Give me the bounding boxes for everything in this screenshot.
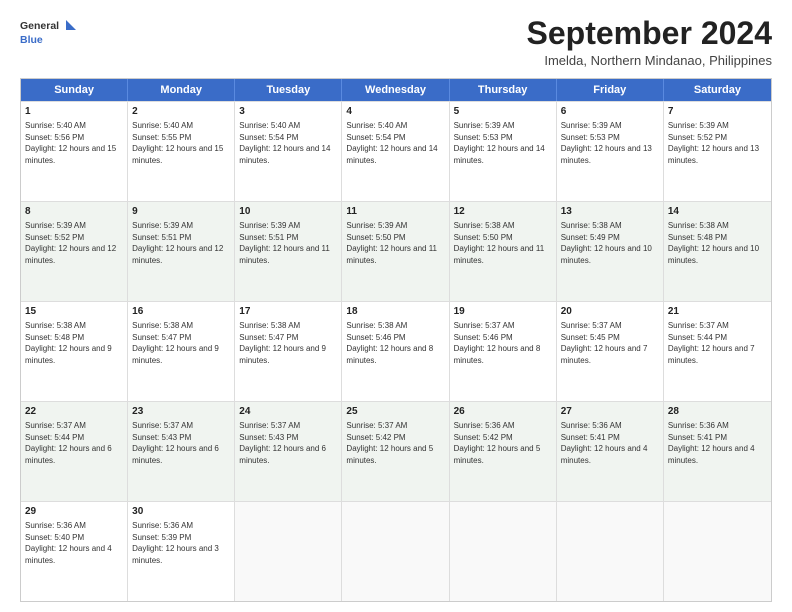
day-5: 5 Sunrise: 5:39 AM Sunset: 5:53 PM Dayli… [450,102,557,201]
calendar-header: Sunday Monday Tuesday Wednesday Thursday… [21,79,771,101]
header-wednesday: Wednesday [342,79,449,101]
page: General Blue September 2024 Imelda, Nort… [0,0,792,612]
day-24: 24 Sunrise: 5:37 AM Sunset: 5:43 PM Dayl… [235,402,342,501]
day-21: 21 Sunrise: 5:37 AM Sunset: 5:44 PM Dayl… [664,302,771,401]
header-sunday: Sunday [21,79,128,101]
day-7: 7 Sunrise: 5:39 AM Sunset: 5:52 PM Dayli… [664,102,771,201]
day-9: 9 Sunrise: 5:39 AM Sunset: 5:51 PM Dayli… [128,202,235,301]
week-row-2: 8 Sunrise: 5:39 AM Sunset: 5:52 PM Dayli… [21,201,771,301]
day-2: 2 Sunrise: 5:40 AM Sunset: 5:55 PM Dayli… [128,102,235,201]
location: Imelda, Northern Mindanao, Philippines [527,53,772,68]
day-18: 18 Sunrise: 5:38 AM Sunset: 5:46 PM Dayl… [342,302,449,401]
day-14: 14 Sunrise: 5:38 AM Sunset: 5:48 PM Dayl… [664,202,771,301]
day-22: 22 Sunrise: 5:37 AM Sunset: 5:44 PM Dayl… [21,402,128,501]
day-20: 20 Sunrise: 5:37 AM Sunset: 5:45 PM Dayl… [557,302,664,401]
svg-text:General: General [20,20,59,32]
day-6: 6 Sunrise: 5:39 AM Sunset: 5:53 PM Dayli… [557,102,664,201]
day-1-sunset: Sunset: 5:56 PM [25,133,84,142]
day-16: 16 Sunrise: 5:38 AM Sunset: 5:47 PM Dayl… [128,302,235,401]
day-1: 1 Sunrise: 5:40 AM Sunset: 5:56 PM Dayli… [21,102,128,201]
day-15: 15 Sunrise: 5:38 AM Sunset: 5:48 PM Dayl… [21,302,128,401]
day-1-info: Sunrise: 5:40 AM Sunset: 5:56 PM Dayligh… [25,120,123,166]
month-title: September 2024 [527,16,772,51]
empty-cell-4 [557,502,664,601]
day-23: 23 Sunrise: 5:37 AM Sunset: 5:43 PM Dayl… [128,402,235,501]
title-block: September 2024 Imelda, Northern Mindanao… [527,16,772,68]
day-1-sunrise: Sunrise: 5:40 AM [25,121,86,130]
general-blue-logo-icon: General Blue [20,16,80,52]
day-25: 25 Sunrise: 5:37 AM Sunset: 5:42 PM Dayl… [342,402,449,501]
day-29: 29 Sunrise: 5:36 AM Sunset: 5:40 PM Dayl… [21,502,128,601]
day-30: 30 Sunrise: 5:36 AM Sunset: 5:39 PM Dayl… [128,502,235,601]
week-row-4: 22 Sunrise: 5:37 AM Sunset: 5:44 PM Dayl… [21,401,771,501]
empty-cell-1 [235,502,342,601]
day-13: 13 Sunrise: 5:38 AM Sunset: 5:49 PM Dayl… [557,202,664,301]
day-num-1: 1 [25,105,123,119]
day-8: 8 Sunrise: 5:39 AM Sunset: 5:52 PM Dayli… [21,202,128,301]
week-row-1: 1 Sunrise: 5:40 AM Sunset: 5:56 PM Dayli… [21,101,771,201]
header-friday: Friday [557,79,664,101]
svg-text:Blue: Blue [20,34,43,46]
day-28: 28 Sunrise: 5:36 AM Sunset: 5:41 PM Dayl… [664,402,771,501]
day-12: 12 Sunrise: 5:38 AM Sunset: 5:50 PM Dayl… [450,202,557,301]
week-row-5: 29 Sunrise: 5:36 AM Sunset: 5:40 PM Dayl… [21,501,771,601]
empty-cell-2 [342,502,449,601]
header-tuesday: Tuesday [235,79,342,101]
day-11: 11 Sunrise: 5:39 AM Sunset: 5:50 PM Dayl… [342,202,449,301]
calendar: Sunday Monday Tuesday Wednesday Thursday… [20,78,772,602]
header-monday: Monday [128,79,235,101]
day-26: 26 Sunrise: 5:36 AM Sunset: 5:42 PM Dayl… [450,402,557,501]
day-10: 10 Sunrise: 5:39 AM Sunset: 5:51 PM Dayl… [235,202,342,301]
day-4: 4 Sunrise: 5:40 AM Sunset: 5:54 PM Dayli… [342,102,449,201]
day-19: 19 Sunrise: 5:37 AM Sunset: 5:46 PM Dayl… [450,302,557,401]
logo: General Blue [20,16,80,52]
day-27: 27 Sunrise: 5:36 AM Sunset: 5:41 PM Dayl… [557,402,664,501]
day-17: 17 Sunrise: 5:38 AM Sunset: 5:47 PM Dayl… [235,302,342,401]
day-1-daylight: Daylight: 12 hours and 15 minutes. [25,144,116,165]
header: General Blue September 2024 Imelda, Nort… [20,16,772,68]
week-row-3: 15 Sunrise: 5:38 AM Sunset: 5:48 PM Dayl… [21,301,771,401]
calendar-body: 1 Sunrise: 5:40 AM Sunset: 5:56 PM Dayli… [21,101,771,601]
day-3: 3 Sunrise: 5:40 AM Sunset: 5:54 PM Dayli… [235,102,342,201]
header-thursday: Thursday [450,79,557,101]
empty-cell-3 [450,502,557,601]
empty-cell-5 [664,502,771,601]
header-saturday: Saturday [664,79,771,101]
